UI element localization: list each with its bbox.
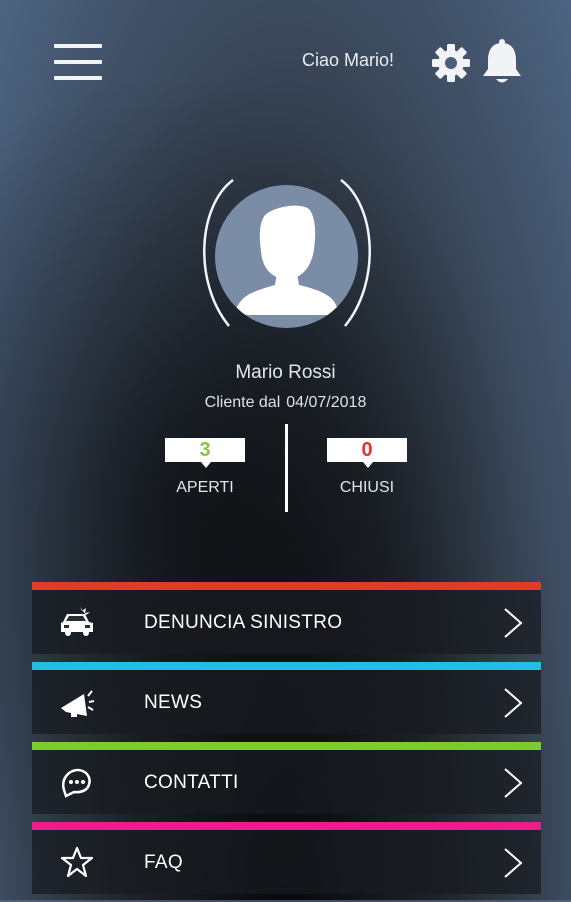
menu-color-bar [32, 822, 541, 830]
client-since-date: 04/07/2018 [286, 394, 367, 411]
car-crash-icon [61, 607, 93, 636]
open-claims-label: APERTI [176, 479, 234, 496]
star-icon [60, 846, 94, 878]
menu-item-label: DENUNCIA SINISTRO [144, 612, 343, 633]
closed-claims-label: CHIUSI [339, 479, 395, 496]
stats-divider [285, 424, 288, 512]
menu-item-faq[interactable]: FAQ [32, 822, 541, 902]
menu-item-label: FAQ [144, 852, 183, 873]
open-claims-count[interactable]: 3 [165, 438, 245, 468]
chevron-right-icon [504, 608, 523, 638]
menu-color-bar [32, 582, 541, 590]
client-since-label: Cliente dal [204, 394, 281, 411]
hamburger-menu-icon[interactable] [54, 42, 102, 82]
menu-item-label: CONTATTI [144, 772, 239, 793]
chevron-right-icon [504, 768, 523, 798]
menu-color-bar [32, 742, 541, 750]
chat-bubbles-icon [61, 768, 91, 798]
user-silhouette-icon [215, 185, 358, 328]
menu-color-bar [32, 662, 541, 670]
megaphone-icon [61, 690, 95, 717]
menu-item-label: NEWS [144, 692, 203, 713]
greeting-text: Ciao Mario! [302, 50, 395, 70]
client-since: Cliente dal 04/07/2018 [0, 394, 571, 412]
profile-avatar[interactable] [195, 178, 379, 336]
bell-icon[interactable] [481, 38, 523, 86]
chevron-right-icon [504, 688, 523, 718]
main-menu: DENUNCIA SINISTRO NEWS CONTATTI FAQ [32, 582, 541, 902]
menu-item-news[interactable]: NEWS [32, 662, 541, 742]
user-name: Mario Rossi [235, 362, 336, 383]
menu-item-contatti[interactable]: CONTATTI [32, 742, 541, 822]
closed-claims-count[interactable]: 0 [327, 438, 407, 468]
gear-icon[interactable] [430, 42, 472, 84]
menu-item-denuncia-sinistro[interactable]: DENUNCIA SINISTRO [32, 582, 541, 662]
chevron-right-icon [504, 848, 523, 878]
